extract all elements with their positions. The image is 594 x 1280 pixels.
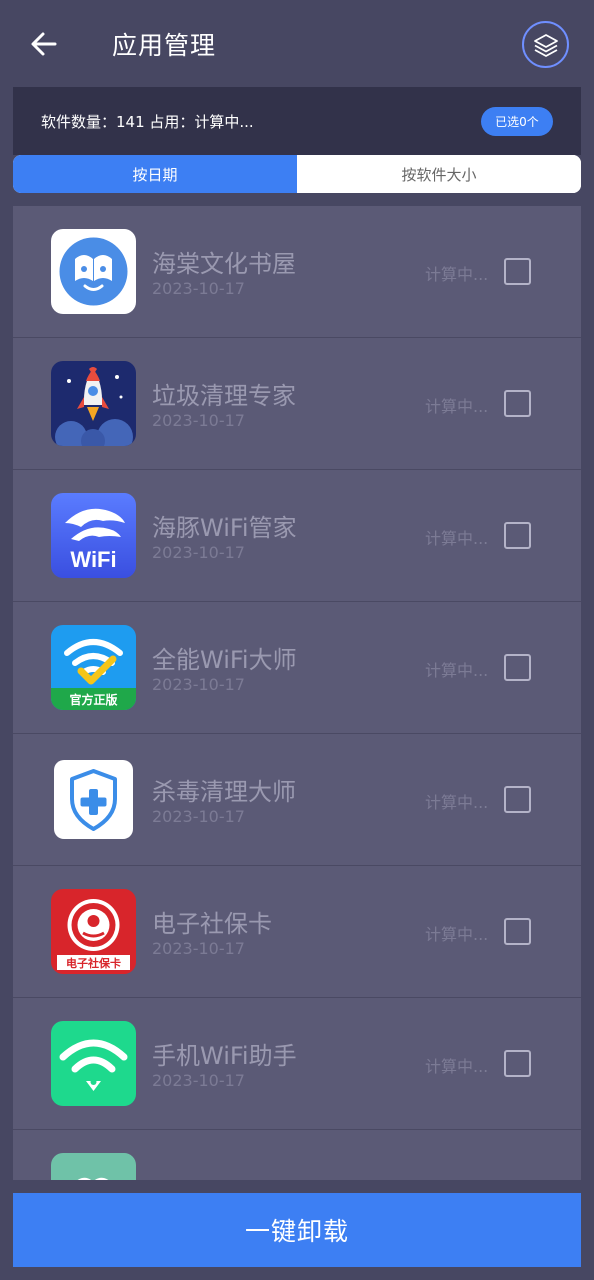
select-checkbox[interactable] <box>504 918 531 945</box>
list-item[interactable]: 官方正版 全能WiFi大师 2023-10-17 计算中... <box>13 602 581 734</box>
app-size: 计算中... <box>425 397 489 416</box>
select-checkbox[interactable] <box>504 654 531 681</box>
list-item[interactable]: WiFi 海豚WiFi管家 2023-10-17 计算中... <box>13 470 581 602</box>
app-date: 2023-10-17 <box>152 807 245 826</box>
select-checkbox[interactable] <box>504 258 531 285</box>
select-checkbox[interactable] <box>504 1050 531 1077</box>
app-date: 2023-10-17 <box>152 675 245 694</box>
select-checkbox[interactable] <box>504 786 531 813</box>
app-name: 海棠文化书屋 <box>152 250 296 278</box>
tab-by-date[interactable]: 按日期 <box>13 155 297 193</box>
app-size: 计算中... <box>425 1057 489 1076</box>
dolphin-wifi-app-icon: WiFi <box>51 493 136 578</box>
layers-button[interactable] <box>522 21 569 68</box>
haitang-app-icon <box>51 229 136 314</box>
page-title: 应用管理 <box>112 31 217 60</box>
app-date: 2023-10-17 <box>152 543 245 562</box>
wifi-master-app-icon: 官方正版 <box>51 625 136 710</box>
app-size: 计算中... <box>425 265 489 284</box>
shield-app-icon <box>51 757 136 842</box>
app-size: 计算中... <box>425 925 489 944</box>
svg-text:WiFi: WiFi <box>70 547 116 572</box>
partial-app-icon <box>51 1153 136 1180</box>
app-name: 全能WiFi大师 <box>152 646 297 674</box>
app-name: 杀毒清理大师 <box>152 778 296 806</box>
list-item[interactable]: 海棠文化书屋 2023-10-17 计算中... <box>13 206 581 338</box>
svg-text:官方正版: 官方正版 <box>69 692 117 707</box>
app-name: 电子社保卡 <box>152 910 272 938</box>
app-list[interactable]: 海棠文化书屋 2023-10-17 计算中... 垃圾清理专家 2023-10-… <box>13 206 581 1180</box>
arrow-left-icon <box>31 32 57 56</box>
tab-by-size[interactable]: 按软件大小 <box>297 155 581 193</box>
sort-tabs: 按日期 按软件大小 <box>13 155 581 193</box>
one-click-uninstall-button[interactable]: 一键卸载 <box>13 1193 581 1267</box>
header: 应用管理 <box>0 0 594 88</box>
list-item[interactable]: 手机WiFi助手 2023-10-17 计算中... <box>13 998 581 1130</box>
select-checkbox[interactable] <box>504 390 531 417</box>
layers-icon <box>533 33 558 57</box>
list-item[interactable]: 电子社保卡 电子社保卡 2023-10-17 计算中... <box>13 866 581 998</box>
app-date: 2023-10-17 <box>152 411 245 430</box>
app-size: 计算中... <box>425 661 489 680</box>
app-date: 2023-10-17 <box>152 1071 245 1090</box>
social-security-app-icon: 电子社保卡 <box>51 889 136 974</box>
app-name: 海豚WiFi管家 <box>152 514 297 542</box>
summary-bar: 软件数量：141 占用：计算中... 已选0个 <box>13 87 581 155</box>
selected-count-badge[interactable]: 已选0个 <box>481 107 553 136</box>
app-name: 手机WiFi助手 <box>152 1042 297 1070</box>
app-manager-screen: 应用管理 软件数量：141 占用：计算中... 已选0个 按日期 按软件大小 海… <box>0 0 594 1280</box>
wifi-helper-app-icon <box>51 1021 136 1106</box>
list-item[interactable]: 杀毒清理大师 2023-10-17 计算中... <box>13 734 581 866</box>
list-item[interactable]: 垃圾清理专家 2023-10-17 计算中... <box>13 338 581 470</box>
rocket-app-icon <box>51 361 136 446</box>
select-checkbox[interactable] <box>504 522 531 549</box>
app-name: 垃圾清理专家 <box>152 382 296 410</box>
app-date: 2023-10-17 <box>152 939 245 958</box>
app-date: 2023-10-17 <box>152 279 245 298</box>
list-item-partial[interactable] <box>13 1130 581 1180</box>
app-size: 计算中... <box>425 793 489 812</box>
svg-text:电子社保卡: 电子社保卡 <box>66 956 121 970</box>
summary-text: 软件数量：141 占用：计算中... <box>41 113 254 131</box>
app-size: 计算中... <box>425 529 489 548</box>
back-button[interactable] <box>24 24 64 64</box>
